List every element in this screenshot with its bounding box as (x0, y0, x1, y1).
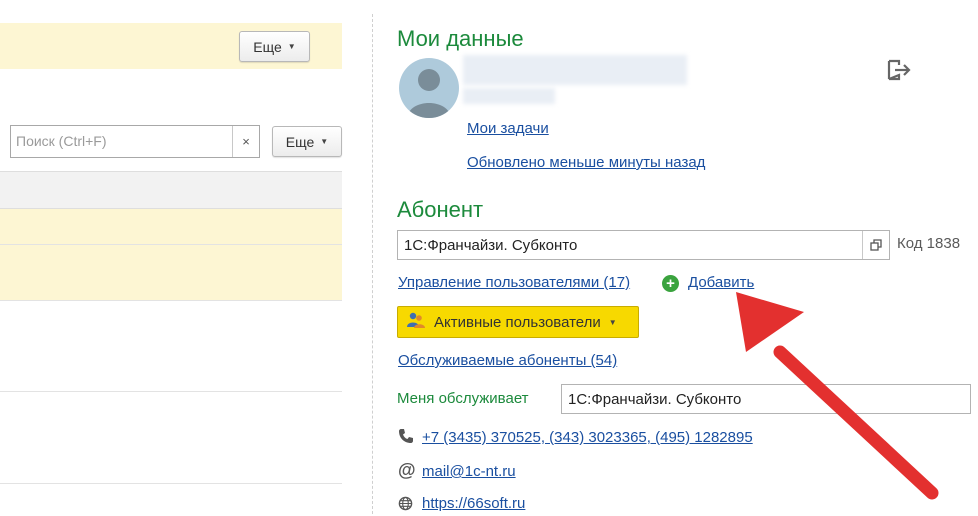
my-tasks-link[interactable]: Мои задачи (467, 120, 549, 137)
subscriber-code: Код 1838 (897, 235, 961, 252)
clear-search-icon[interactable]: × (232, 126, 259, 157)
globe-icon (398, 496, 413, 516)
logout-icon[interactable] (886, 58, 912, 82)
active-users-label: Активные пользователи (434, 313, 601, 331)
more-button-search-label: Еще (285, 133, 315, 150)
chevron-down-icon: ▼ (608, 317, 617, 327)
subscriber-name-value: 1С:Франчайзи. Субконто (404, 237, 578, 254)
row-divider (0, 483, 342, 484)
search-placeholder: Поиск (Ctrl+F) (16, 133, 107, 149)
phone-icon (398, 428, 414, 449)
subscriber-name-field[interactable]: 1С:Франчайзи. Субконто (397, 230, 890, 260)
more-button-search[interactable]: Еще ▼ (272, 126, 342, 157)
at-icon: @ (398, 460, 416, 480)
users-icon (406, 311, 426, 333)
subscriber-title: Абонент (397, 197, 484, 222)
my-data-title: Мои данные (397, 26, 524, 51)
more-button-top[interactable]: Еще ▼ (239, 31, 310, 62)
chevron-down-icon: ▼ (287, 42, 296, 51)
chevron-down-icon: ▼ (320, 137, 329, 146)
row-divider (0, 300, 342, 301)
avatar (399, 58, 459, 118)
user-login-redacted (463, 88, 555, 104)
search-input[interactable]: Поиск (Ctrl+F) × (10, 125, 260, 158)
user-name-redacted (463, 55, 687, 85)
active-users-button[interactable]: Активные пользователи ▼ (397, 306, 639, 338)
person-icon (407, 69, 451, 118)
table-header (0, 171, 342, 209)
email-link[interactable]: mail@1c-nt.ru (422, 463, 516, 480)
open-form-icon[interactable] (862, 231, 889, 259)
manage-users-link[interactable]: Управление пользователями (17) (398, 274, 630, 291)
panel-divider (372, 14, 373, 514)
annotation-arrow (736, 292, 939, 500)
plus-circle-icon[interactable]: + (662, 275, 679, 292)
served-by-label: Меня обслуживает (397, 390, 529, 407)
table-row[interactable] (0, 209, 342, 244)
row-divider (0, 391, 342, 392)
website-link[interactable]: https://66soft.ru (422, 495, 525, 512)
table-row[interactable] (0, 245, 342, 300)
more-button-top-label: Еще (253, 38, 282, 55)
updated-link[interactable]: Обновлено меньше минуты назад (467, 154, 705, 171)
served-subscribers-link[interactable]: Обслуживаемые абоненты (54) (398, 352, 617, 369)
